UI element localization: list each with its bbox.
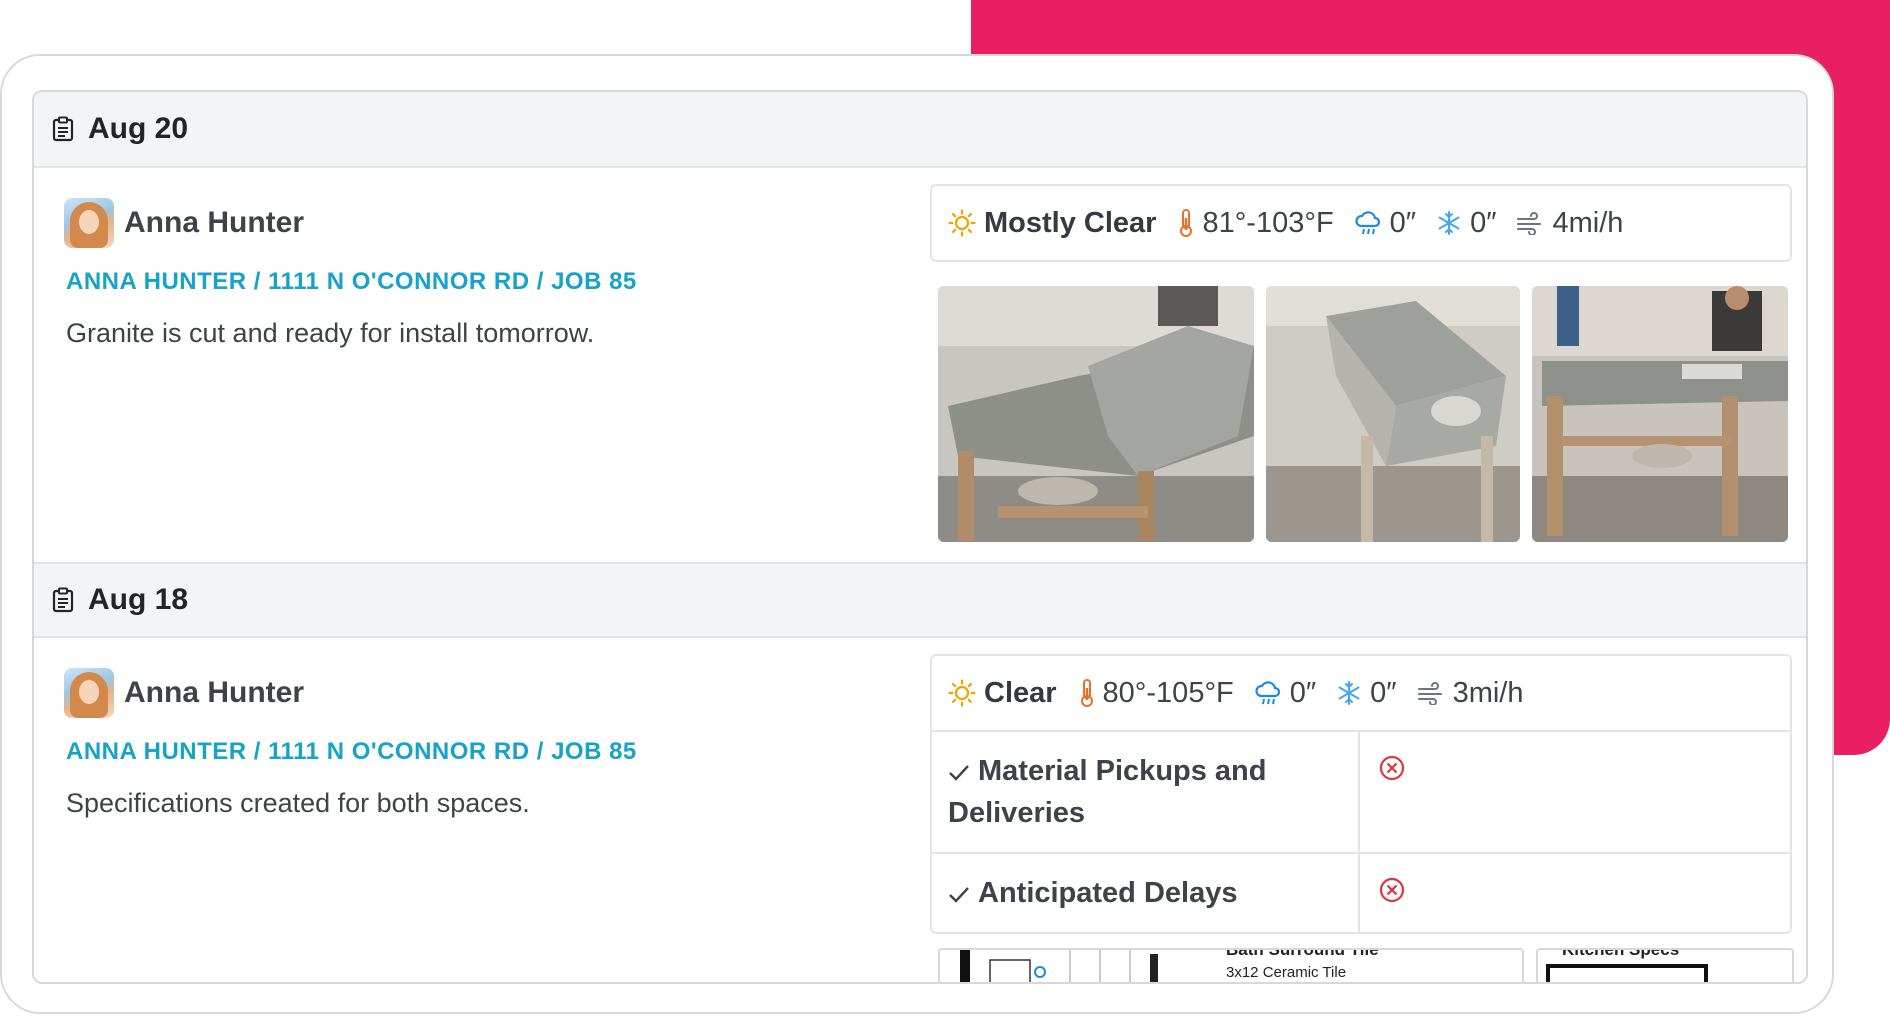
attachment-title: Bath Surround Tile — [1226, 948, 1379, 959]
clipboard-icon — [52, 116, 74, 142]
day-header: Aug 20 — [34, 92, 1806, 168]
snow-amount: 0″ — [1470, 206, 1497, 239]
x-circle-icon — [1379, 877, 1405, 903]
rain-cloud-icon — [1355, 211, 1380, 235]
checklist-row: Anticipated Delays — [932, 852, 1790, 932]
checklist-row: Material Pickups and Deliveries — [932, 732, 1790, 852]
day-date: Aug 18 — [88, 583, 189, 616]
wind-speed: 4mi/h — [1552, 206, 1624, 239]
sun-icon — [948, 679, 976, 707]
snowflake-icon — [1338, 681, 1360, 705]
weather-condition: Mostly Clear — [984, 206, 1157, 239]
photo-thumbnail[interactable] — [1266, 286, 1520, 542]
log-note: Granite is cut and ready for install tom… — [66, 318, 595, 348]
attachment-kitchen-spec[interactable]: Kitchen Specs — [1536, 948, 1794, 982]
checkmark-icon — [949, 887, 969, 903]
daily-log-feed: Aug 20 Anna Hunter ANNA HUNTER / 1111 N … — [32, 90, 1808, 984]
attachment-title: Kitchen Specs — [1562, 948, 1680, 959]
attachment-gallery: Bath Surround Tile 3x12 Ceramic Tile Kit… — [938, 948, 1794, 982]
thermometer-icon — [1080, 679, 1093, 707]
photo-gallery — [938, 286, 1788, 542]
avatar[interactable] — [64, 668, 114, 718]
thermometer-icon — [1180, 209, 1193, 237]
author-row: Anna Hunter — [64, 668, 304, 718]
photo-thumbnail[interactable] — [1532, 286, 1788, 542]
avatar[interactable] — [64, 198, 114, 248]
drawing-thumbnail — [960, 950, 1158, 982]
checklist-table: Material Pickups and Deliveries Anticipa… — [930, 732, 1792, 934]
wind-icon — [1417, 682, 1442, 705]
snow-amount: 0″ — [1370, 676, 1397, 709]
weather-bar: Mostly Clear 81°-103°F 0″ 0″ 4mi/h — [930, 184, 1792, 262]
log-entry[interactable]: Anna Hunter ANNA HUNTER / 1111 N O'CONNO… — [34, 168, 1806, 562]
checklist-status[interactable] — [1360, 854, 1424, 932]
day-header: Aug 18 — [34, 562, 1806, 638]
temperature-range: 81°-103°F — [1202, 206, 1334, 239]
checklist-label: Anticipated Delays — [932, 854, 1360, 932]
checkmark-icon — [949, 765, 969, 781]
weather-bar: Clear 80°-105°F 0″ 0″ 3mi/h — [930, 654, 1792, 732]
wind-speed: 3mi/h — [1452, 676, 1524, 709]
sun-icon — [948, 209, 976, 237]
rain-amount: 0″ — [1389, 206, 1417, 239]
author-name: Anna Hunter — [124, 206, 304, 239]
day-date: Aug 20 — [88, 112, 189, 145]
wind-icon — [1517, 212, 1542, 235]
rain-cloud-icon — [1255, 681, 1280, 705]
job-link[interactable]: ANNA HUNTER / 1111 N O'CONNOR RD / JOB 8… — [66, 268, 637, 296]
attachment-bath-spec[interactable]: Bath Surround Tile 3x12 Ceramic Tile — [938, 948, 1524, 982]
attachment-subtitle: 3x12 Ceramic Tile — [1226, 964, 1347, 981]
author-row: Anna Hunter — [64, 198, 304, 248]
checklist-status[interactable] — [1360, 732, 1424, 852]
photo-thumbnail[interactable] — [938, 286, 1254, 542]
rain-amount: 0″ — [1289, 676, 1317, 709]
daily-log-card: Aug 20 Anna Hunter ANNA HUNTER / 1111 N … — [0, 54, 1834, 1014]
temperature-range: 80°-105°F — [1102, 676, 1234, 709]
clipboard-icon — [52, 587, 74, 613]
snowflake-icon — [1438, 211, 1460, 235]
weather-condition: Clear — [984, 676, 1057, 709]
log-note: Specifications created for both spaces. — [66, 788, 530, 818]
author-name: Anna Hunter — [124, 676, 304, 709]
job-link[interactable]: ANNA HUNTER / 1111 N O'CONNOR RD / JOB 8… — [66, 738, 637, 766]
checklist-label: Material Pickups and Deliveries — [932, 732, 1360, 852]
log-entry[interactable]: Anna Hunter ANNA HUNTER / 1111 N O'CONNO… — [34, 638, 1806, 982]
x-circle-icon — [1379, 755, 1405, 781]
drawing-thumbnail — [1546, 964, 1708, 982]
